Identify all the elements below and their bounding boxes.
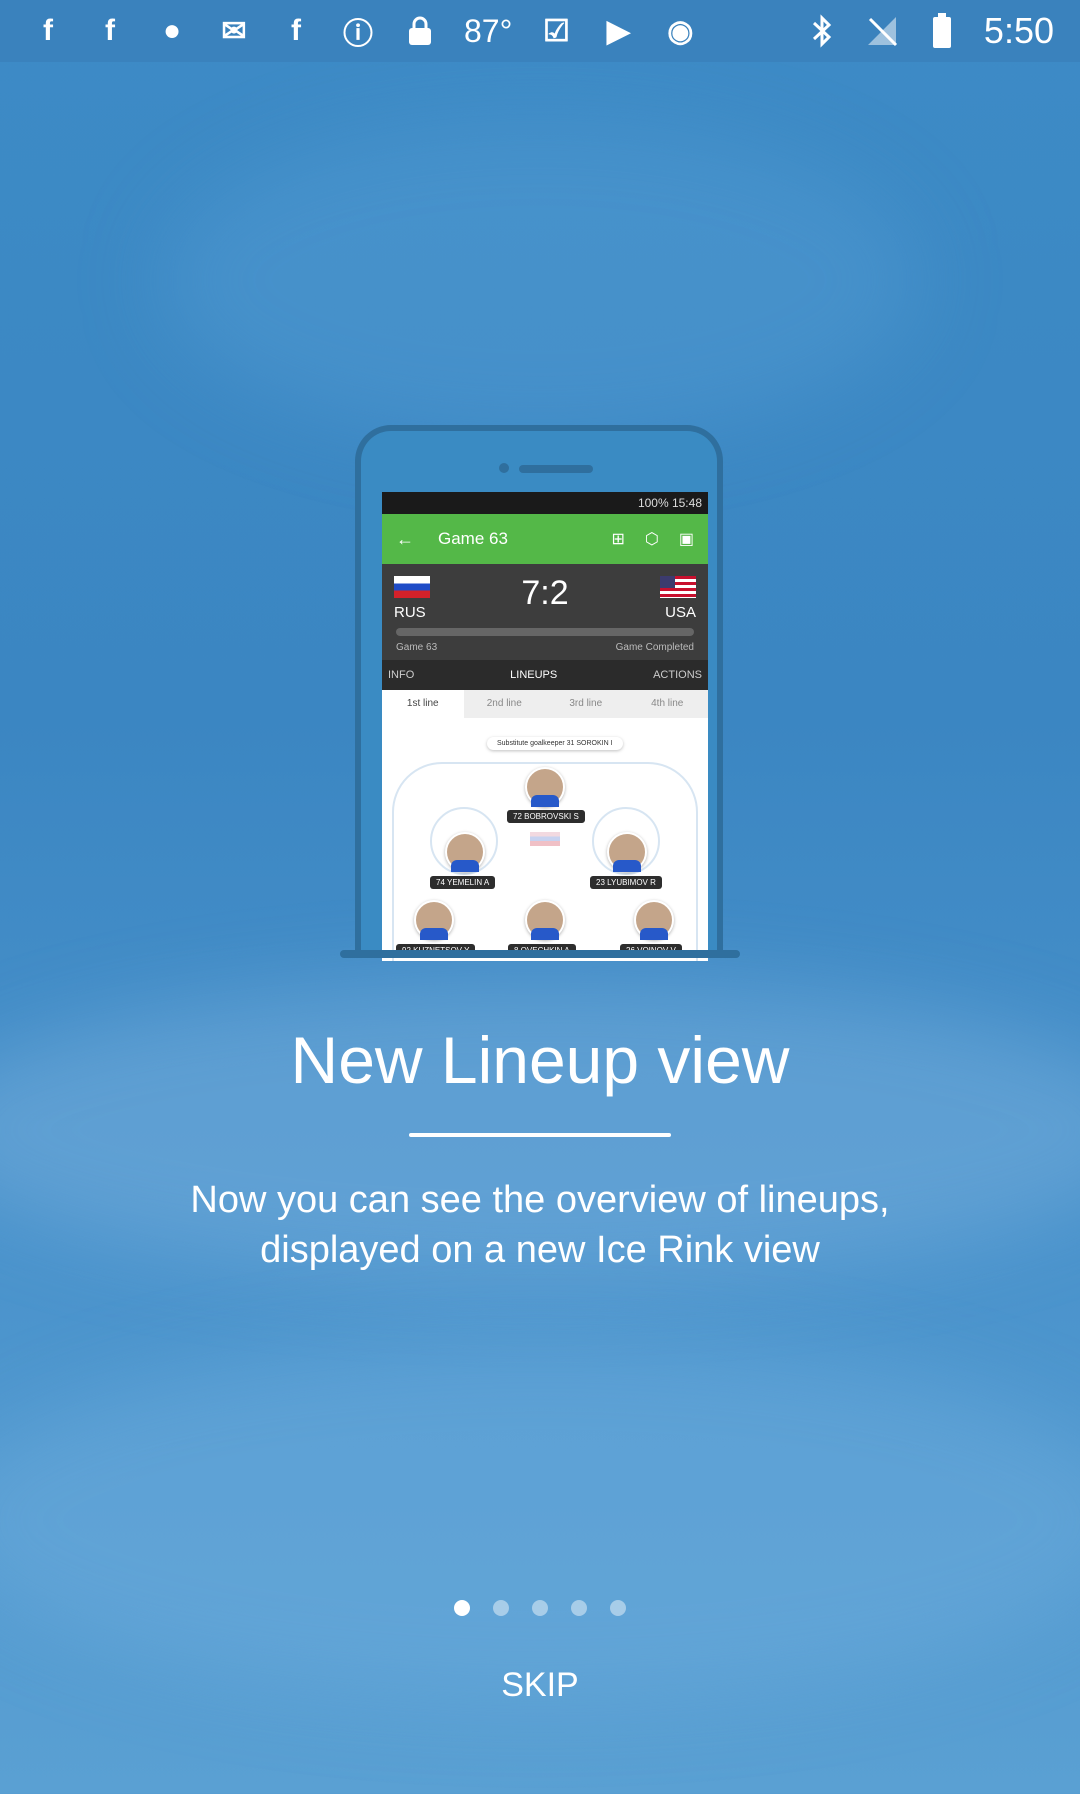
facebook-icon: f xyxy=(105,14,115,47)
briefcase-icon: ▶ xyxy=(606,14,630,48)
system-icons: 5:50 xyxy=(804,10,1080,52)
scoreboard-icon: ▣ xyxy=(678,531,694,548)
phone-speaker xyxy=(519,465,593,473)
keyhole-icon: ● xyxy=(162,14,182,47)
line-1st: 1st line xyxy=(382,690,464,718)
player-avatar xyxy=(607,832,647,872)
screen-tabs: INFO LINEUPS ACTIONS xyxy=(382,660,708,690)
line-2nd: 2nd line xyxy=(486,698,522,709)
lock-icon xyxy=(402,13,438,49)
game-status: Game Completed xyxy=(615,642,694,653)
player-avatar xyxy=(525,767,565,807)
tab-info: INFO xyxy=(388,669,415,681)
screen-title: Game 63 xyxy=(438,529,508,548)
game-progress-bar xyxy=(396,628,694,636)
screen-toolbar: ← Game 63 ⊞ ⬡ ▣ xyxy=(382,514,708,564)
notification-icons: f f ● ✉ f ⓘ 87° ☑ ▶ ◉ xyxy=(0,12,698,52)
player-tag: 23 LYUBIMOV R xyxy=(590,876,662,889)
bluetooth-icon xyxy=(804,13,840,49)
phone-illustration: 100% 15:48 ← Game 63 ⊞ ⬡ ▣ RUS USA 7:2 G… xyxy=(355,425,723,961)
onboarding-title: New Lineup view xyxy=(290,1023,790,1097)
share-icon: ⬡ xyxy=(644,531,659,548)
battery-icon xyxy=(924,13,960,49)
temperature-text: 87° xyxy=(464,12,513,49)
phone-base xyxy=(340,950,740,958)
mail-icon: ✉ xyxy=(221,14,247,48)
line-3rd: 3rd line xyxy=(569,698,603,709)
page-dot-2[interactable] xyxy=(493,1600,509,1616)
rink-icon: ⊞ xyxy=(611,531,625,548)
player-tag: 72 BOBROVSKI S xyxy=(507,810,585,823)
phone-camera xyxy=(499,463,509,473)
skip-button[interactable]: SKIP xyxy=(440,1655,640,1715)
page-indicator xyxy=(0,1600,1080,1616)
player-avatar xyxy=(634,900,674,940)
clipboard-check-icon: ☑ xyxy=(542,14,570,48)
facebook-icon: f xyxy=(291,14,301,47)
onboarding-description: Now you can see the overview of lineups,… xyxy=(190,1179,890,1271)
page-dot-5[interactable] xyxy=(610,1600,626,1616)
score: 7:2 xyxy=(521,574,569,612)
page-dot-1[interactable] xyxy=(454,1600,470,1616)
title-divider xyxy=(409,1133,671,1137)
player-avatar xyxy=(414,900,454,940)
center-ice-flag xyxy=(530,832,560,846)
player-avatar xyxy=(445,832,485,872)
line-selector: 1st line 2nd line 3rd line 4th line xyxy=(382,690,708,718)
info-icon: ⓘ xyxy=(343,18,373,51)
tab-lineups: LINEUPS xyxy=(510,669,558,681)
back-arrow-icon: ← xyxy=(396,528,414,549)
clock-time: 5:50 xyxy=(983,10,1054,51)
no-signal-icon xyxy=(864,13,900,49)
scoreboard: RUS USA 7:2 Game 63 Game Completed xyxy=(382,564,708,660)
substitute-goalkeeper-pill: Substitute goalkeeper 31 SOROKIN I xyxy=(487,737,623,750)
game-label: Game 63 xyxy=(396,642,438,653)
facebook-icon: f xyxy=(43,14,53,47)
player-tag: 74 YEMELIN A xyxy=(430,876,496,889)
screen-toolbar-icons: ⊞ ⬡ ▣ xyxy=(612,529,695,549)
page-dot-4[interactable] xyxy=(571,1600,587,1616)
status-bar: f f ● ✉ f ⓘ 87° ☑ ▶ ◉ 5:50 xyxy=(0,0,1080,62)
line-4th: 4th line xyxy=(651,698,684,709)
android-icon: ◉ xyxy=(667,14,694,48)
screen-status-bar: 100% 15:48 xyxy=(382,492,708,514)
page-dot-3[interactable] xyxy=(532,1600,548,1616)
player-avatar xyxy=(525,900,565,940)
tab-actions: ACTIONS xyxy=(653,669,702,681)
phone-screen: 100% 15:48 ← Game 63 ⊞ ⬡ ▣ RUS USA 7:2 G… xyxy=(382,492,708,961)
